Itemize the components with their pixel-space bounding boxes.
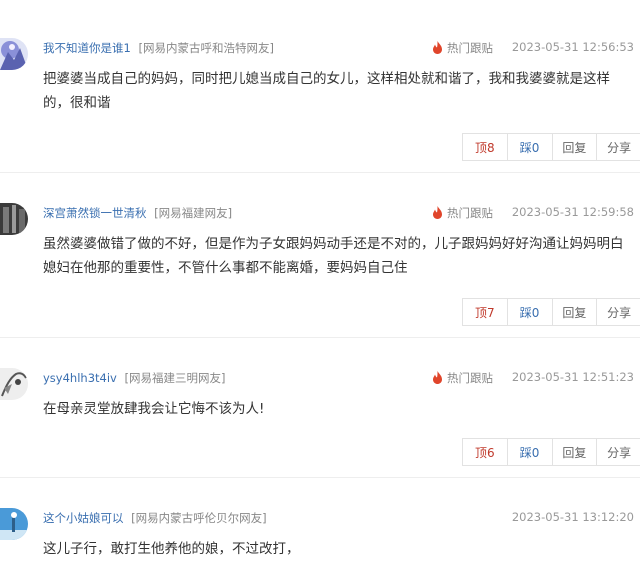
avatar[interactable] bbox=[0, 38, 28, 70]
hot-label: 热门跟贴 bbox=[447, 371, 493, 385]
username-link[interactable]: 深宫萧然锁一世清秋 bbox=[43, 206, 147, 220]
reply-button[interactable]: 回复 bbox=[551, 439, 597, 465]
hot-badge: 热门跟贴 bbox=[432, 40, 493, 56]
flame-icon bbox=[433, 371, 442, 384]
user-location: [网易内蒙古呼和浩特网友] bbox=[138, 41, 274, 55]
comment-actions: 顶6 踩0 回复 分享 bbox=[462, 438, 640, 466]
reply-button[interactable]: 回复 bbox=[551, 299, 597, 325]
downvote-button[interactable]: 踩0 bbox=[506, 299, 552, 325]
comment-text: 把婆婆当成自己的妈妈，同时把儿媳当成自己的女儿，这样相处就和谐了，我和我婆婆就是… bbox=[43, 71, 610, 111]
comment-meta: 我不知道你是谁1 [网易内蒙古呼和浩特网友] bbox=[43, 40, 274, 56]
username-link[interactable]: ysy4hlh3t4iv bbox=[43, 371, 117, 385]
divider bbox=[0, 337, 640, 338]
comment-actions: 顶8 踩0 回复 分享 bbox=[462, 133, 640, 161]
divider bbox=[0, 172, 640, 173]
comment-text: 虽然婆婆做错了做的不好，但是作为子女跟妈妈动手还是不对的，儿子跟妈妈好好沟通让妈… bbox=[43, 236, 624, 276]
comment-time: 2023-05-31 12:51:23 bbox=[511, 370, 634, 384]
upvote-button[interactable]: 顶6 bbox=[463, 439, 507, 465]
user-location: [网易福建三明网友] bbox=[124, 371, 226, 385]
upvote-button[interactable]: 顶8 bbox=[463, 134, 507, 160]
comment-text: 在母亲灵堂放肆我会让它悔不该为人! bbox=[43, 401, 265, 417]
comment-time: 2023-05-31 13:12:20 bbox=[511, 510, 634, 524]
hot-label: 热门跟贴 bbox=[447, 206, 493, 220]
username-link[interactable]: 这个小姑娘可以 bbox=[43, 511, 124, 525]
hot-badge: 热门跟贴 bbox=[432, 370, 493, 386]
share-button[interactable]: 分享 bbox=[596, 439, 640, 465]
avatar[interactable] bbox=[0, 508, 28, 540]
avatar[interactable] bbox=[0, 203, 28, 235]
flame-icon bbox=[433, 206, 442, 219]
divider bbox=[0, 477, 640, 478]
username-link[interactable]: 我不知道你是谁1 bbox=[43, 41, 131, 55]
share-button[interactable]: 分享 bbox=[596, 299, 640, 325]
comment-meta: 深宫萧然锁一世清秋 [网易福建网友] bbox=[43, 205, 232, 221]
user-location: [网易福建网友] bbox=[154, 206, 233, 220]
comment-text: 这儿子行，敢打生他养他的娘，不过改打， bbox=[43, 541, 300, 557]
downvote-button[interactable]: 踩0 bbox=[506, 134, 552, 160]
reply-button[interactable]: 回复 bbox=[551, 134, 597, 160]
comment-meta: ysy4hlh3t4iv [网易福建三明网友] bbox=[43, 370, 225, 386]
hot-label: 热门跟贴 bbox=[447, 41, 493, 55]
downvote-button[interactable]: 踩0 bbox=[506, 439, 552, 465]
avatar[interactable] bbox=[0, 368, 28, 400]
flame-icon bbox=[433, 41, 442, 54]
comment-time: 2023-05-31 12:59:58 bbox=[511, 205, 634, 219]
comment-meta: 这个小姑娘可以 [网易内蒙古呼伦贝尔网友] bbox=[43, 510, 267, 526]
comment-time: 2023-05-31 12:56:53 bbox=[511, 40, 634, 54]
user-location: [网易内蒙古呼伦贝尔网友] bbox=[131, 511, 267, 525]
share-button[interactable]: 分享 bbox=[596, 134, 640, 160]
upvote-button[interactable]: 顶7 bbox=[463, 299, 507, 325]
hot-badge: 热门跟贴 bbox=[432, 205, 493, 221]
comment-actions: 顶7 踩0 回复 分享 bbox=[462, 298, 640, 326]
